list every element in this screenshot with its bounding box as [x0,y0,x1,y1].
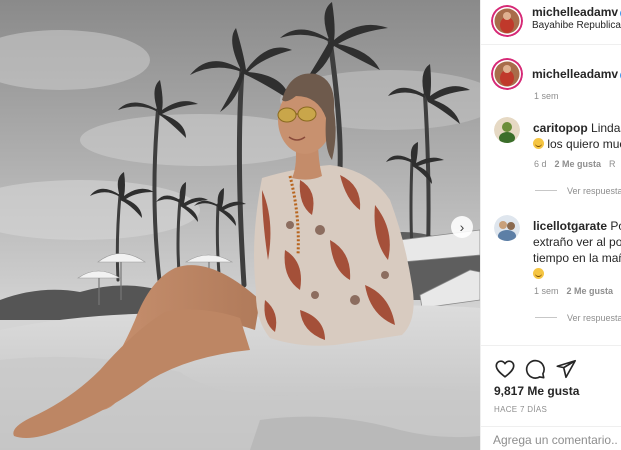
see-replies-label: Ver respuesta [567,186,621,196]
comment: licellotgarate Por extraño ver al polo t… [533,218,621,282]
comment-text: extraño ver al polo [533,235,621,249]
comment-icon[interactable] [524,358,546,380]
comment-username[interactable]: licellotgarate [533,219,607,233]
add-comment-input[interactable] [493,433,618,447]
smiling-emoji-icon [533,268,544,279]
heart-icon[interactable] [494,358,516,380]
see-replies-button[interactable]: Ver respuesta [535,186,621,196]
beach-photo-image [0,0,480,450]
comment-text: Por [610,219,621,233]
comment-text: Lindas ver [591,121,621,135]
comment-time[interactable]: 6 d [534,159,547,169]
see-replies-button[interactable]: Ver respuesta [535,313,621,323]
comment-likes[interactable]: 2 Me gusta [567,286,614,296]
comment-avatar[interactable] [494,117,520,143]
comment-username[interactable]: caritopop [533,121,588,135]
author-username[interactable]: michelleadamv [532,5,618,19]
comment-time[interactable]: 1 sem [534,286,559,296]
comment-avatar[interactable] [494,215,520,241]
comment: caritopop Lindas ver los quiero muc [533,120,621,152]
reply-button[interactable]: R [609,159,616,169]
comment-text: tiempo en la maña [533,251,621,265]
caption-username[interactable]: michelleadamv [532,67,618,81]
smiling-emoji-icon [533,138,544,149]
replies-line [535,317,557,318]
comment-meta: 1 sem 2 Me gusta [534,286,613,296]
author-username-link[interactable]: michelleadamv✓ [532,5,621,19]
likes-count[interactable]: 9,817 Me gusta [494,384,579,398]
post-location[interactable]: Bayahibe Republica Dominicana [532,20,621,31]
paper-plane-icon[interactable] [555,358,577,380]
post-side-panel: michelleadamv✓ Bayahibe Republica Domini… [480,0,621,450]
replies-line [535,190,557,191]
post-age[interactable]: HACE 7 DÍAS [494,405,547,414]
caption-avatar[interactable] [491,58,523,90]
caption-username-link[interactable]: michelleadamv✓ [532,67,621,81]
post-header: michelleadamv✓ Bayahibe Republica Domini… [481,0,621,45]
caption-time[interactable]: 1 sem [534,91,559,101]
chevron-right-icon: › [459,219,465,235]
comment-text: los quiero muc [547,137,621,151]
next-photo-button[interactable]: › [451,216,473,238]
post-actions: 9,817 Me gusta HACE 7 DÍAS [481,345,621,450]
author-avatar[interactable] [491,5,523,37]
see-replies-label: Ver respuesta [567,313,621,323]
comment-likes[interactable]: 2 Me gusta [555,159,602,169]
add-comment-bar [481,426,621,450]
comment-meta: 6 d 2 Me gusta R [534,159,616,169]
post-photo[interactable]: › [0,0,480,450]
